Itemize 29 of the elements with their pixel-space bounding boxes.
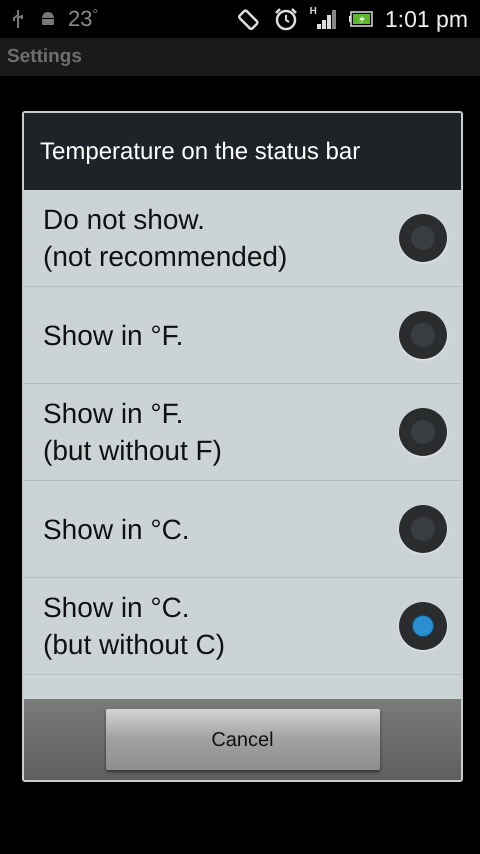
radio-button[interactable] [399, 311, 447, 359]
network-type-text: H [310, 5, 317, 19]
temperature-text: 23 [68, 8, 92, 30]
option-label: Show in °C. [43, 591, 191, 625]
alarm-clock-icon [274, 7, 298, 31]
radio-button[interactable] [399, 408, 447, 456]
radio-button[interactable] [399, 214, 447, 262]
option-row[interactable]: Show in °C. (but without C) [24, 578, 461, 675]
option-row[interactable]: Show in °F. [24, 287, 461, 384]
dialog-title: Temperature on the status bar [40, 136, 360, 166]
degree-text: ° [92, 5, 98, 24]
option-label: Do not show. [43, 203, 206, 237]
option-label: (not recommended) [43, 240, 288, 274]
clock-text: 1:01 pm [384, 4, 468, 34]
option-label: Show in °C. [43, 512, 191, 546]
android-icon [40, 11, 56, 27]
action-bar-title: Settings [7, 44, 82, 69]
option-label: Show in °F. [43, 318, 184, 352]
option-row[interactable]: Show in °F. (but without F) [24, 384, 461, 481]
option-label: Show in °F. [43, 397, 184, 431]
radio-button[interactable] [399, 602, 447, 650]
cancel-button[interactable]: Cancel [106, 709, 380, 770]
radio-button[interactable] [399, 505, 447, 553]
option-row[interactable]: Show in °C. [24, 481, 461, 578]
battery-icon [348, 11, 373, 27]
option-row[interactable]: Do not show. (not recommended) [24, 190, 461, 287]
signal-icon [316, 9, 337, 29]
option-label: (but without F) [43, 434, 223, 468]
option-label: (but without C) [43, 628, 226, 662]
